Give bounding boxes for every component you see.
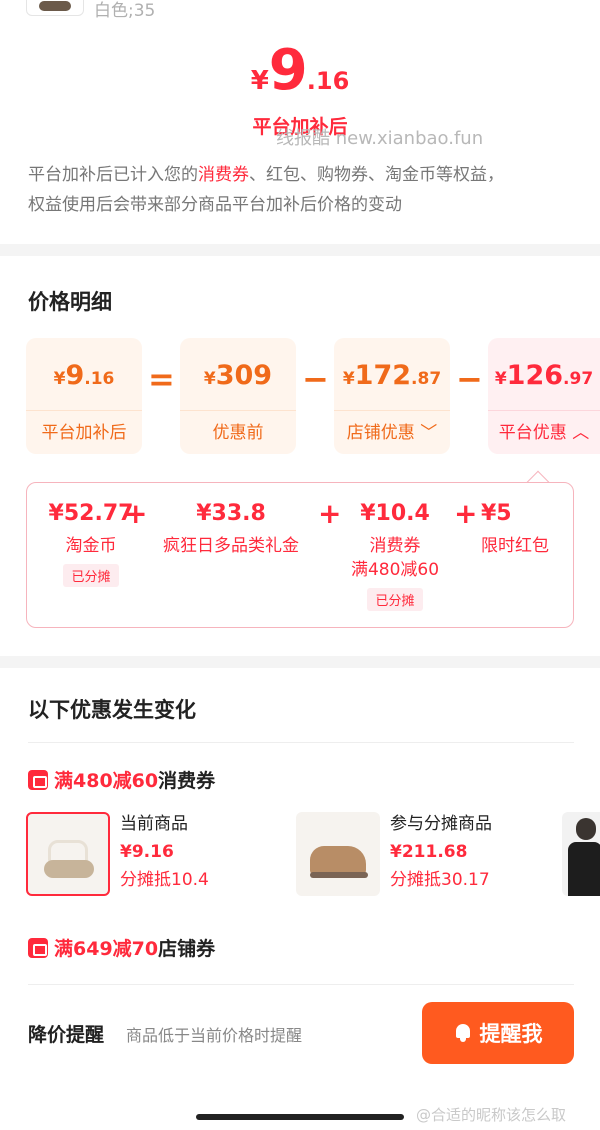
currency-symbol: ¥: [342, 369, 355, 389]
price-decimal: .16: [84, 369, 115, 389]
breakdown-item-gift: ¥33.8 疯狂日多品类礼金: [151, 501, 311, 558]
chevron-down-icon: ﹀: [420, 423, 438, 443]
platform-discount-label: 平台优惠: [498, 423, 567, 443]
equals-sign: =: [148, 360, 175, 398]
price-note: 平台加补后已计入您的消费券、红包、购物券、淘金币等权益， 权益使用后会带来部分商…: [28, 160, 573, 220]
hero-price-integer: 9: [268, 38, 308, 103]
bell-icon: [454, 1024, 472, 1042]
person-body: [568, 842, 600, 896]
price-decimal: .97: [563, 369, 594, 389]
product-price: ¥9.16: [120, 842, 174, 862]
product-price: ¥211.68: [390, 842, 468, 862]
price-integer: 126: [506, 360, 564, 391]
product-share: 分摊抵30.17: [390, 870, 490, 890]
coupon-amount: 满649减70: [54, 938, 159, 960]
product-share: 分摊抵10.4: [120, 870, 209, 890]
platform-discount-breakdown: ¥52.77 淘金币 已分摊 ¥33.8 疯狂日多品类礼金 ¥10.4 消费券 …: [26, 482, 574, 628]
price-decimal: .87: [411, 369, 442, 389]
chevron-up-icon: ︿: [572, 423, 590, 443]
allocated-badge: 已分摊: [63, 564, 119, 587]
price-drop-subtitle: 商品低于当前价格时提醒: [126, 1026, 303, 1045]
breakdown-value: ¥10.4: [360, 501, 430, 526]
coupon-type: 店铺券: [158, 938, 216, 960]
section-divider: [0, 244, 600, 256]
note-text: 权益使用后会带来部分商品平台加补后价格的变动: [28, 195, 402, 215]
price-card-label: 平台加补后: [26, 410, 142, 454]
price-card-shop-discount[interactable]: ¥172.87 店铺优惠 ﹀: [334, 338, 450, 454]
coupon-480-header: 满480减60消费券: [28, 766, 215, 793]
breakdown-value: ¥5: [481, 501, 512, 526]
minus-sign: −: [456, 360, 483, 398]
home-indicator[interactable]: [196, 1114, 404, 1120]
product-name: 参与分摊商品: [390, 814, 492, 834]
note-text: 平台加补后已计入您的: [28, 165, 198, 185]
minus-sign: −: [302, 360, 329, 398]
shared-product-info: 参与分摊商品 ¥211.68 分摊抵30.17: [390, 810, 492, 894]
sandal-sole: [44, 860, 94, 878]
allocated-badge: 已分摊: [367, 588, 423, 611]
weibo-watermark: @合适的昵称该怎么取: [416, 1106, 567, 1124]
hero-price-decimal: .16: [306, 67, 350, 95]
price-integer: 309: [215, 360, 273, 391]
remind-me-button[interactable]: 提醒我: [422, 1002, 574, 1064]
divider-line: [28, 742, 574, 743]
coupon-icon: [28, 769, 48, 790]
note-text: 、红包、购物券、淘金币等权益，: [249, 165, 504, 185]
breakdown-title: 消费券: [369, 536, 421, 556]
coupon-649-header: 满649减70店铺券: [28, 934, 215, 961]
currency-symbol: ¥: [53, 369, 66, 389]
shop-coupon-icon: [28, 937, 48, 958]
breakdown-subtitle: 满480减60: [350, 560, 440, 580]
note-highlight: 消费券: [198, 165, 249, 185]
hero-price: ¥9.16: [0, 38, 600, 103]
breakdown-value: ¥33.8: [196, 501, 266, 526]
shoe-image: [39, 1, 71, 11]
shared-product-image[interactable]: [296, 812, 380, 896]
sku-text: 白色;35: [94, 1, 156, 21]
price-card-platform-discount[interactable]: ¥126.97 平台优惠 ︿: [488, 338, 600, 454]
coupon-type: 消费券: [158, 770, 216, 792]
changes-title: 以下优惠发生变化: [28, 698, 196, 722]
breakdown-title: 限时红包: [481, 536, 549, 556]
breakdown-title: 疯狂日多品类礼金: [163, 536, 299, 556]
coupon-amount: 满480减60: [54, 770, 159, 792]
product-thumbnail[interactable]: [26, 0, 84, 16]
current-product-info: 当前商品 ¥9.16 分摊抵10.4: [120, 810, 209, 894]
remind-me-label: 提醒我: [479, 1023, 543, 1046]
plus-sign: +: [454, 497, 478, 530]
current-product-image[interactable]: [26, 812, 110, 896]
price-card-original: ¥309 优惠前: [180, 338, 296, 454]
price-detail-title: 价格明细: [28, 290, 112, 314]
person-head: [576, 818, 596, 840]
price-integer: 172: [354, 360, 412, 391]
hero-currency: ¥: [250, 66, 269, 96]
section-divider: [0, 656, 600, 668]
breakdown-title: 淘金币: [65, 536, 117, 556]
divider-line: [28, 984, 574, 985]
boot-sole: [310, 872, 368, 878]
shop-discount-label: 店铺优惠: [346, 423, 415, 443]
breakdown-item-redpacket: ¥5 限时红包: [481, 501, 573, 558]
product-name: 当前商品: [120, 814, 188, 834]
next-product-image[interactable]: [562, 812, 600, 896]
price-integer: 9: [65, 360, 85, 391]
price-card-final: ¥9.16 平台加补后: [26, 338, 142, 454]
price-card-label: 店铺优惠 ﹀: [334, 410, 450, 454]
price-card-label: 平台优惠 ︿: [488, 410, 600, 454]
watermark: 线报酷 new.xianbao.fun: [276, 128, 484, 149]
price-card-label: 优惠前: [180, 410, 296, 454]
price-drop-title: 降价提醒: [28, 1024, 105, 1046]
top-strip: 白色;35: [0, 0, 600, 21]
currency-symbol: ¥: [494, 369, 507, 389]
currency-symbol: ¥: [203, 369, 216, 389]
plus-sign: +: [124, 497, 148, 530]
breakdown-item-coupon: ¥10.4 消费券 满480减60 已分摊: [335, 501, 455, 611]
plus-sign: +: [318, 497, 342, 530]
